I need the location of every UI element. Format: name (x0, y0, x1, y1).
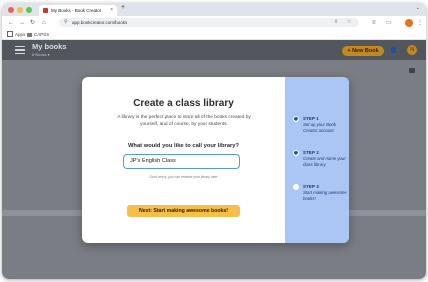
tab-strip: My Books - Book Creator × + ⌄ (2, 3, 426, 16)
hamburger-menu-icon[interactable] (15, 46, 25, 54)
dialog-title: Create a class library (133, 98, 234, 109)
reload-icon[interactable]: ↻ (30, 19, 35, 27)
new-book-button[interactable]: + New Book (342, 46, 384, 56)
maximize-window-button[interactable] (26, 7, 32, 13)
step-text: Set up your Book Creator account (303, 122, 336, 133)
tab-title: My Books - Book Creator (51, 8, 102, 13)
bookmarks-bar: Apps CAPSS (2, 30, 426, 40)
library-name-input[interactable]: JP's English Class (123, 154, 240, 169)
bookmark-apps[interactable]: Apps (7, 30, 25, 39)
browser-toolbar: ← → ↻ ⌂ ⚲ app.bookcreator.com/books ⇪ ☆ … (2, 16, 426, 30)
step-label: STEP 3 (303, 184, 319, 189)
step-text: Create and name your class library (303, 156, 346, 167)
bookmark-capss[interactable]: CAPSS (27, 30, 49, 39)
sidepanel-icon[interactable]: ▭ (386, 20, 392, 27)
bookmark-star-icon[interactable]: ☆ (347, 18, 351, 27)
extensions-icon[interactable]: ≡ (372, 20, 376, 27)
tab-close-icon[interactable]: × (110, 7, 113, 13)
app-header: My books 6 Books ▾ + New Book N (2, 40, 426, 60)
new-tab-button[interactable]: + (121, 4, 125, 11)
url-text: app.bookcreator.com/books (72, 20, 128, 25)
grid-view-icon[interactable] (409, 68, 415, 73)
step-label: STEP 2 (303, 150, 319, 155)
close-window-button[interactable] (8, 7, 14, 13)
step-text: Start making awesome books! (303, 190, 347, 201)
step-pending-circle-icon (293, 184, 299, 190)
library-name-question: What would you like to call your library… (127, 143, 240, 149)
next-button[interactable]: Next: Start making awesome books! (127, 205, 240, 217)
back-icon[interactable]: ← (8, 19, 14, 27)
rename-hint: Don't worry, you can rename your library… (149, 175, 218, 179)
step-complete-check-icon (293, 116, 299, 122)
page-title: My books (32, 42, 67, 51)
create-library-dialog: Create a class library A library is the … (82, 77, 349, 243)
tab-search-icon[interactable]: ⌄ (416, 5, 420, 11)
share-icon[interactable]: ⇪ (334, 18, 338, 27)
background-divider-right (349, 210, 426, 216)
step-complete-check-icon (293, 150, 299, 156)
user-avatar[interactable]: N (407, 45, 417, 55)
apps-grid-icon (7, 30, 13, 37)
step-label: STEP 1 (303, 116, 319, 121)
browser-window: My Books - Book Creator × + ⌄ ← → ↻ ⌂ ⚲ … (2, 3, 426, 279)
address-bar[interactable]: ⚲ app.bookcreator.com/books ⇪ ☆ (59, 18, 359, 27)
minimize-window-button[interactable] (17, 7, 23, 13)
home-icon[interactable]: ⌂ (42, 19, 46, 27)
profile-avatar[interactable] (405, 19, 413, 27)
folder-icon (27, 32, 32, 37)
notifications-icon[interactable] (391, 47, 396, 53)
book-creator-favicon-icon (43, 8, 48, 13)
background-divider-left (2, 210, 82, 216)
site-info-icon[interactable]: ⚲ (64, 18, 68, 27)
steps-panel: STEP 1 Set up your Book Creator account … (285, 77, 349, 243)
kebab-menu-icon[interactable]: ⋮ (417, 20, 423, 27)
forward-icon[interactable]: → (19, 19, 25, 27)
dialog-description: A library is the perfect place to store … (117, 115, 251, 127)
browser-tab[interactable]: My Books - Book Creator × (39, 5, 117, 16)
books-count-dropdown[interactable]: 6 Books ▾ (32, 52, 50, 57)
